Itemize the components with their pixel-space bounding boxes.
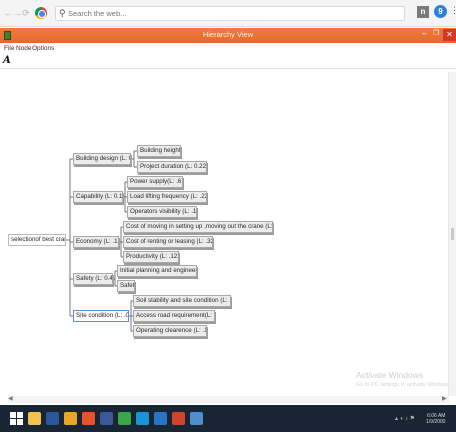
window-titlebar: Hierarchy View – ❐ ✕ (0, 28, 456, 43)
toolbar: A (0, 55, 456, 69)
browser-toolbar: ← → ⟳ ⚲ n 9 ⋮ (0, 0, 456, 27)
clock-date: 1/9/2000 (426, 419, 446, 425)
node-power-supply[interactable]: Power supply(L: .674) (127, 176, 183, 188)
skype-icon[interactable] (136, 412, 149, 425)
red-app-icon[interactable] (172, 412, 185, 425)
chrome-taskbar-icon[interactable] (64, 412, 77, 425)
hierarchy-app-icon[interactable] (190, 412, 203, 425)
vertical-scrollbar[interactable] (449, 72, 456, 396)
node-site-condition[interactable]: Site condition (L: .066) (73, 310, 129, 322)
window-title: Hierarchy View (202, 30, 254, 39)
node-soil-stability[interactable]: Soil stability and site condition (L: .5… (133, 295, 231, 307)
scroll-left-icon[interactable]: ◀ (8, 395, 13, 402)
node-capability[interactable]: Capability (L: 0.124) (73, 191, 123, 203)
profile-icon[interactable]: 9 (434, 5, 447, 18)
system-tray-icons[interactable]: ▴ ◖ ♪ ⚑ (395, 415, 415, 422)
root-node[interactable]: selectionof best cranes (8, 234, 66, 246)
maximize-button[interactable]: ❐ (433, 29, 439, 37)
node-load-lifting-frequency[interactable]: Load lifting frequency (L: .226) (127, 191, 207, 203)
hierarchy-canvas (8, 72, 449, 396)
screen: ← → ⟳ ⚲ n 9 ⋮ Hierarchy View – ❐ ✕ File … (0, 0, 456, 432)
scroll-thumb[interactable] (451, 228, 454, 240)
node-cost-of-renting[interactable]: Cost of renting or leasing (L: .320) (123, 236, 213, 248)
menu-options[interactable]: Options (32, 45, 54, 52)
facebook-icon[interactable] (100, 412, 113, 425)
node-building-height[interactable]: Building height (137, 145, 181, 157)
clock[interactable]: 6:06 AM 1/9/2000 (426, 413, 445, 425)
windows-start-icon[interactable] (10, 412, 23, 425)
node-productivity[interactable]: Productivity (L: .122) (123, 251, 179, 263)
node-safety-child[interactable]: Safety (117, 280, 135, 292)
activate-windows-subtitle: Go to PC settings to activate Windows. (356, 382, 452, 388)
chrome-icon (35, 7, 47, 19)
extension-icon[interactable]: n (417, 6, 429, 18)
node-cost-of-moving[interactable]: Cost of moving in setting up ,moving out… (123, 221, 273, 233)
font-button[interactable]: A (3, 55, 11, 66)
green-app-icon[interactable] (118, 412, 131, 425)
node-access-road[interactable]: Access road requirement(L: .258) (133, 310, 215, 322)
minimize-button[interactable]: – (422, 29, 426, 38)
horizontal-scrollbar[interactable]: ◀ ▶ (8, 396, 449, 403)
search-icon: ⚲ (59, 8, 66, 18)
close-button[interactable]: ✕ (443, 29, 456, 41)
firefox-icon[interactable] (82, 412, 95, 425)
node-project-duration[interactable]: Project duration (L: 0.226) (137, 161, 207, 173)
scroll-right-icon[interactable]: ▶ (442, 395, 447, 402)
activate-windows-title: Activate Windows (356, 370, 424, 380)
refresh-icon[interactable]: ⟳ (22, 8, 30, 18)
node-operating-clearence[interactable]: Operating clearence (L: .158) (133, 325, 207, 337)
back-arrow-icon[interactable]: ← (4, 8, 13, 18)
menu-node[interactable]: Node (16, 45, 32, 52)
menu-bar: File Node Options (0, 43, 456, 55)
forward-arrow-icon[interactable]: → (13, 8, 22, 18)
node-safety[interactable]: Safety (L: 0.470) (73, 273, 113, 285)
search-input[interactable] (68, 8, 388, 19)
node-building-design[interactable]: Building design (L: 0.219) (73, 153, 131, 165)
node-operators-visibility[interactable]: Operators visibility (L: .101) (127, 206, 197, 218)
word-icon[interactable] (46, 412, 59, 425)
search-bar[interactable]: ⚲ (55, 6, 405, 21)
taskbar: ▴ ◖ ♪ ⚑ 6:06 AM 1/9/2000 (0, 405, 456, 432)
file-explorer-icon[interactable] (28, 412, 41, 425)
menu-file[interactable]: File (4, 45, 14, 52)
more-menu-icon[interactable]: ⋮ (450, 5, 456, 16)
node-initial-planning[interactable]: Initial planning and engineering (117, 265, 197, 277)
node-economy[interactable]: Economy (L: .122) (73, 236, 119, 248)
blue-app-icon[interactable] (154, 412, 167, 425)
